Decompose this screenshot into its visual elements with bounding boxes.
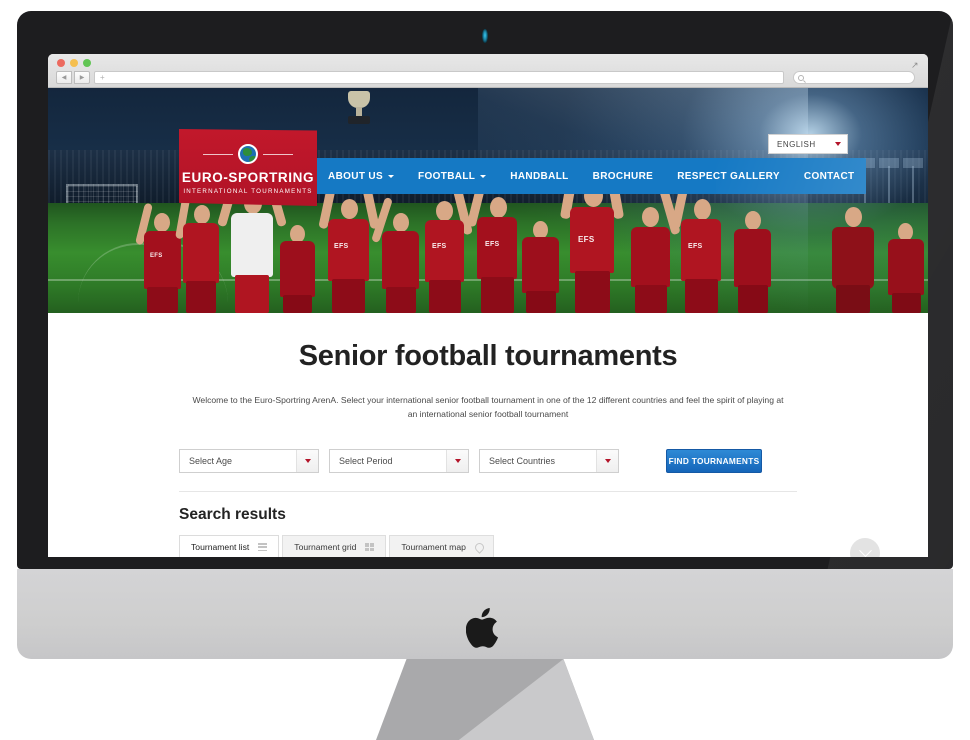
tab-tournament-map[interactable]: Tournament map [389,535,494,557]
nav-label: FOOTBALL [418,170,476,182]
browser-toolbar: ◀ ▶ + ↗ [48,54,928,88]
map-pin-icon [475,543,482,552]
resize-handle-icon[interactable]: ↗ [911,60,921,70]
logo-tagline: INTERNATIONAL TOURNAMENTS [183,187,313,195]
tab-label: Tournament list [191,542,250,553]
trophy-icon [346,91,372,127]
back-arrow-icon[interactable]: ◀ [56,71,72,84]
caret-down-icon [304,459,311,464]
logo-emblem [179,144,317,165]
caret-down-icon [388,174,395,178]
select-countries-value: Select Countries [489,456,556,467]
apple-logo [466,608,498,648]
window-controls[interactable] [57,59,91,67]
caret-down-icon [480,174,487,178]
hero-banner: EFS EFS EFS EFS EFS EFS EURO-SPORTRING I… [48,88,928,313]
section-divider [179,491,797,493]
address-bar[interactable]: + [94,71,784,84]
search-icon [798,74,804,81]
find-tournaments-button[interactable]: FIND TOURNAMENTS [666,449,762,474]
site-logo[interactable]: EURO-SPORTRING INTERNATIONAL TOURNAMENTS [179,129,317,206]
select-period[interactable]: Select Period [329,449,469,474]
select-period-caret[interactable] [446,450,468,473]
results-view-tabs: Tournament list Tournament grid Tourname… [179,535,928,557]
nav-item-brochure[interactable]: BROCHURE [581,160,666,193]
tournament-filter-bar: Select Age Select Period Select Countrie… [179,449,928,474]
nav-label: RESPECT GALLERY [677,170,780,182]
nav-item-football[interactable]: FOOTBALL [406,160,498,193]
tab-tournament-list[interactable]: Tournament list [179,535,280,557]
select-age-caret[interactable] [296,450,318,473]
logo-rule-right [263,153,293,155]
nav-item-contact[interactable]: CONTACT [792,160,867,193]
logo-rule-left [203,153,233,155]
select-countries-caret[interactable] [596,450,618,473]
nav-label: BROCHURE [592,170,654,182]
page-intro: Welcome to the Euro-Sportring ArenA. Sel… [192,394,784,420]
nav-item-respect-gallery[interactable]: RESPECT GALLERY [665,160,792,193]
tab-label: Tournament grid [294,542,357,553]
language-selector[interactable]: ENGLISH [768,134,848,154]
caret-down-icon [835,142,841,146]
close-button[interactable] [57,59,65,67]
search-results-heading: Search results [179,506,286,524]
select-age-value: Select Age [189,456,233,467]
caret-down-icon [604,459,611,464]
page-viewport: EFS EFS EFS EFS EFS EFS EURO-SPORTRING I… [48,88,928,557]
browser-search-input[interactable] [793,71,915,84]
nav-label: CONTACT [803,170,855,182]
tab-tournament-grid[interactable]: Tournament grid [282,535,387,557]
select-period-value: Select Period [339,456,393,467]
tab-label: Tournament map [401,542,466,553]
nav-item-about-us[interactable]: ABOUT US [316,160,406,193]
language-label: ENGLISH [777,139,816,149]
forward-arrow-icon[interactable]: ▶ [74,71,90,84]
nav-label: ABOUT US [328,170,384,182]
browser-window: ◀ ▶ + ↗ EFS EFS EFS EFS EFS EFS EURO-SPO… [48,54,928,557]
browser-nav-buttons[interactable]: ◀ ▶ [56,71,90,84]
main-content: Senior football tournaments Welcome to t… [48,313,928,557]
grid-icon [365,543,374,552]
webcam-icon [482,29,488,43]
nav-item-handball[interactable]: HANDBALL [498,160,580,193]
main-navigation: ABOUT US FOOTBALL HANDBALL BROCHURE RESP… [312,158,867,194]
nav-label: HANDBALL [510,170,569,182]
caret-down-icon [454,459,461,464]
imac-screen-bezel: ◀ ▶ + ↗ EFS EFS EFS EFS EFS EFS EURO-SPO… [17,11,953,569]
zoom-button[interactable] [83,59,91,67]
list-icon [258,543,268,552]
select-age[interactable]: Select Age [179,449,319,474]
select-countries[interactable]: Select Countries [479,449,619,474]
logo-name: EURO-SPORTRING [181,170,315,186]
globe-icon [238,144,258,165]
page-title: Senior football tournaments [298,340,678,372]
chevron-down-icon [858,543,872,557]
imac-device: ◀ ▶ + ↗ EFS EFS EFS EFS EFS EFS EURO-SPO… [0,0,970,740]
minimize-button[interactable] [70,59,78,67]
